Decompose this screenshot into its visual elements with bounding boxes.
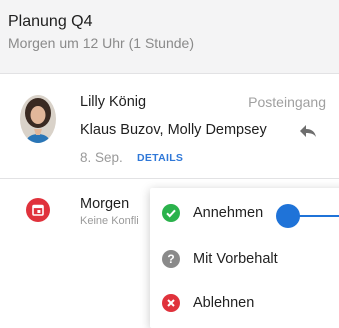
- details-link[interactable]: DETAILS: [137, 152, 183, 164]
- avatar: [20, 95, 56, 143]
- calendar-item-title: Morgen: [80, 196, 130, 212]
- check-circle-icon: [162, 204, 180, 222]
- question-circle-icon: ?: [162, 250, 180, 268]
- accept-option[interactable]: Annehmen: [150, 190, 339, 234]
- message-date: 8. Sep.: [80, 150, 123, 165]
- message-row[interactable]: Lilly König Posteingang Klaus Buzov, Mol…: [0, 74, 339, 179]
- event-title: Planung Q4: [8, 13, 93, 30]
- tentative-option[interactable]: ? Mit Vorbehalt: [150, 236, 339, 280]
- x-circle-icon: [162, 294, 180, 312]
- rsvp-menu: Annehmen ? Mit Vorbehalt Ablehnen: [150, 188, 339, 328]
- sender-name: Lilly König: [80, 94, 147, 110]
- event-time: Morgen um 12 Uhr (1 Stunde): [8, 35, 194, 51]
- reply-icon[interactable]: [298, 123, 318, 139]
- recipients: Klaus Buzov, Molly Dempsey: [80, 122, 267, 138]
- calendar-item-status: Keine Konfli: [80, 215, 139, 227]
- drag-pointer-line: [298, 215, 339, 217]
- calendar-icon: [26, 198, 50, 222]
- tentative-label: Mit Vorbehalt: [193, 251, 278, 267]
- svg-text:?: ?: [167, 252, 174, 266]
- folder-label: Posteingang: [248, 94, 326, 110]
- event-header: Planung Q4 Morgen um 12 Uhr (1 Stunde): [0, 0, 339, 74]
- accept-label: Annehmen: [193, 205, 264, 221]
- decline-option[interactable]: Ablehnen: [150, 280, 339, 324]
- drag-handle[interactable]: [276, 204, 300, 228]
- decline-label: Ablehnen: [193, 295, 255, 311]
